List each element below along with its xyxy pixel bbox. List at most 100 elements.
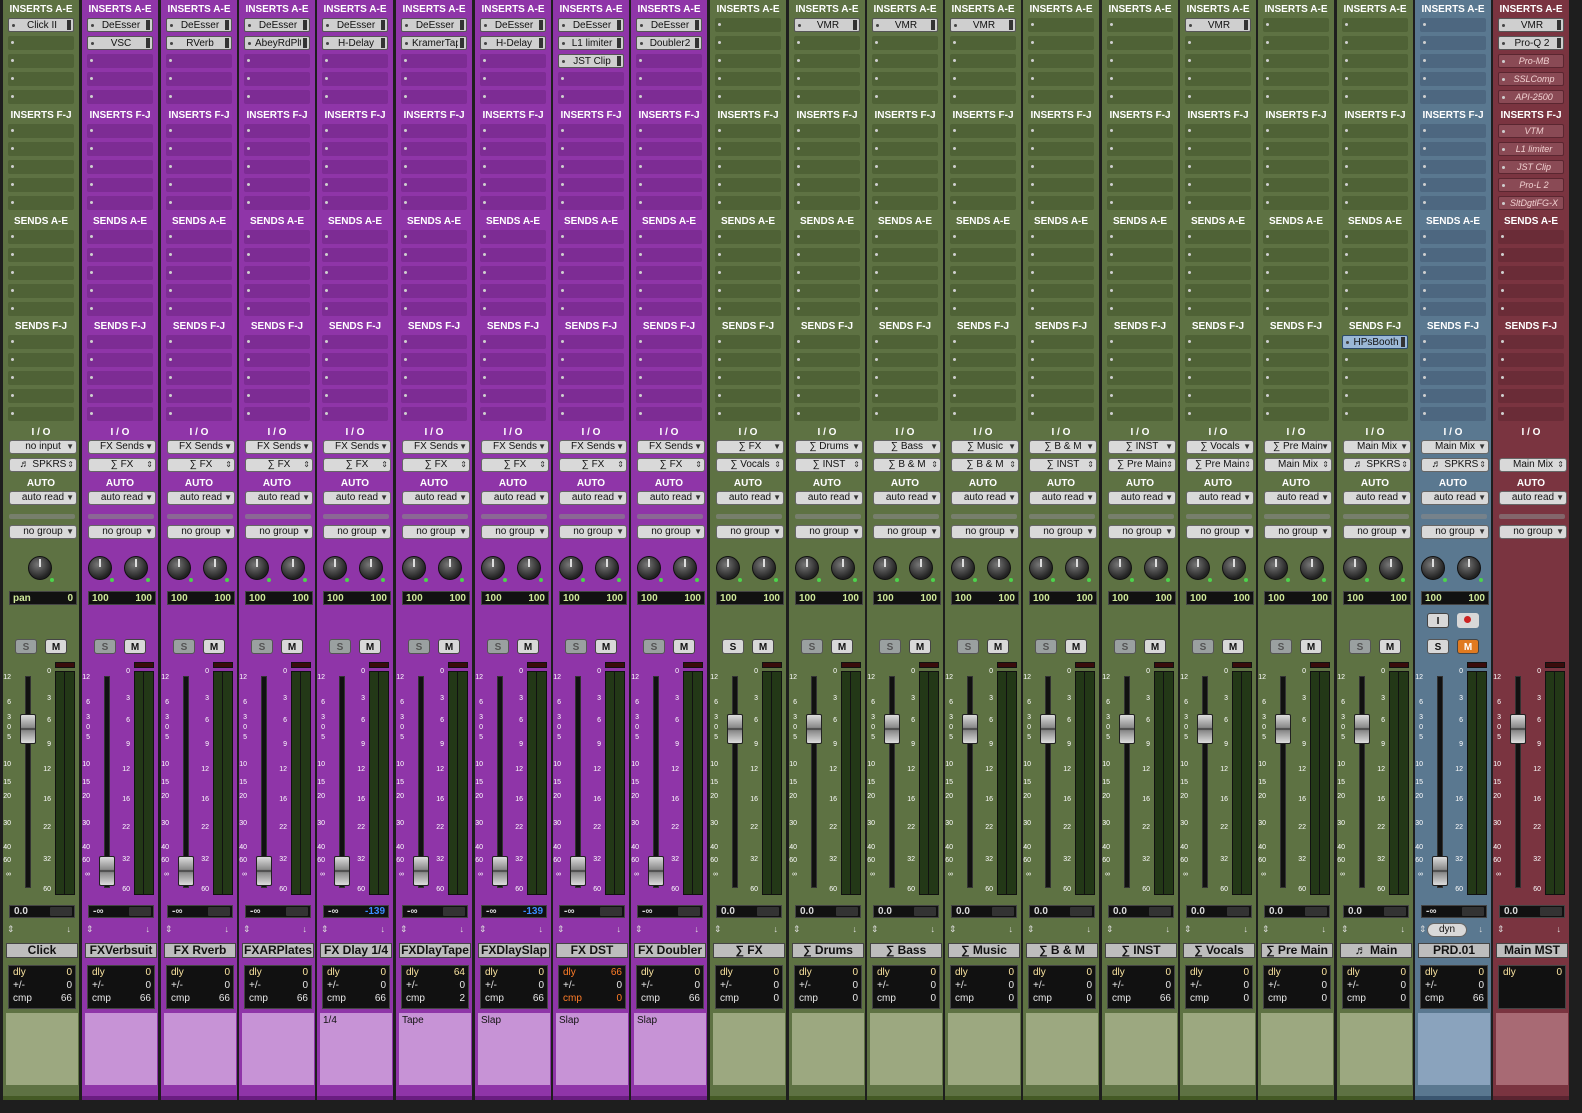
solo-button[interactable]: S bbox=[408, 639, 430, 654]
insert-slot[interactable] bbox=[1107, 196, 1173, 210]
insert-slot[interactable] bbox=[1420, 36, 1486, 50]
volume-fader[interactable] bbox=[334, 856, 350, 886]
plugin-bypass-handle[interactable] bbox=[539, 20, 543, 30]
volume-fader[interactable] bbox=[727, 714, 743, 744]
pan-knob-left[interactable] bbox=[795, 556, 821, 582]
output-selector[interactable]: ∑ Pre Main ⇕ bbox=[1108, 458, 1176, 472]
send-slot[interactable] bbox=[558, 353, 624, 367]
clip-indicator[interactable] bbox=[1232, 662, 1252, 668]
insert-slot[interactable] bbox=[322, 160, 388, 174]
send-slot[interactable] bbox=[794, 389, 860, 403]
clip-indicator[interactable] bbox=[1310, 662, 1330, 668]
send-slot[interactable] bbox=[950, 284, 1016, 298]
send-slot[interactable] bbox=[166, 371, 232, 385]
send-slot[interactable] bbox=[1420, 284, 1486, 298]
insert-slot[interactable] bbox=[1342, 54, 1408, 68]
send-slot[interactable] bbox=[1028, 389, 1094, 403]
send-slot[interactable] bbox=[872, 230, 938, 244]
track-name[interactable]: FX Doubler bbox=[634, 943, 706, 958]
insert-slot[interactable] bbox=[1107, 54, 1173, 68]
send-slot[interactable] bbox=[322, 302, 388, 316]
send-slot[interactable] bbox=[558, 389, 624, 403]
send-slot[interactable] bbox=[322, 230, 388, 244]
down-arrow-icon[interactable]: ↓ bbox=[931, 924, 936, 934]
volume-readout[interactable]: -∞ -139 bbox=[481, 905, 547, 918]
send-slot[interactable] bbox=[794, 248, 860, 262]
track-name[interactable]: FX Rverb bbox=[164, 943, 236, 958]
pan-knob-right[interactable] bbox=[281, 556, 307, 582]
mute-button[interactable]: M bbox=[752, 639, 774, 654]
mute-button[interactable]: M bbox=[1065, 639, 1087, 654]
plugin-bypass-handle[interactable] bbox=[146, 38, 150, 48]
send-slot[interactable] bbox=[1420, 335, 1486, 349]
insert-slot[interactable] bbox=[480, 142, 546, 156]
track-name[interactable]: ♬ Main bbox=[1340, 943, 1412, 958]
insert-slot[interactable] bbox=[1185, 54, 1251, 68]
send-slot[interactable] bbox=[558, 248, 624, 262]
pan-value[interactable]: 100 100 bbox=[716, 591, 784, 605]
send-slot[interactable] bbox=[950, 248, 1016, 262]
clip-indicator[interactable] bbox=[448, 662, 468, 668]
send-slot[interactable] bbox=[1185, 302, 1251, 316]
insert-slot[interactable] bbox=[322, 54, 388, 68]
send-slot[interactable] bbox=[8, 230, 74, 244]
insert-slot[interactable] bbox=[1342, 124, 1408, 138]
insert-slot[interactable] bbox=[636, 72, 702, 86]
track-nav-arrows[interactable]: ⇕ ↓ bbox=[1341, 924, 1409, 935]
send-slot[interactable] bbox=[401, 389, 467, 403]
send-slot[interactable] bbox=[244, 353, 310, 367]
send-slot[interactable] bbox=[1028, 371, 1094, 385]
insert-slot[interactable] bbox=[1185, 72, 1251, 86]
send-slot[interactable] bbox=[1185, 230, 1251, 244]
insert-slot[interactable]: DeEsser bbox=[401, 18, 467, 32]
send-slot[interactable] bbox=[322, 284, 388, 298]
send-slot[interactable] bbox=[401, 407, 467, 421]
pan-knob-left[interactable] bbox=[402, 556, 428, 582]
send-slot[interactable] bbox=[1107, 266, 1173, 280]
solo-button[interactable]: S bbox=[329, 639, 351, 654]
insert-slot[interactable] bbox=[1263, 54, 1329, 68]
volume-fader[interactable] bbox=[178, 856, 194, 886]
insert-slot[interactable] bbox=[558, 142, 624, 156]
send-slot[interactable] bbox=[1185, 335, 1251, 349]
group-selector[interactable]: no group ▼ bbox=[245, 525, 313, 539]
insert-slot[interactable] bbox=[87, 72, 153, 86]
insert-slot[interactable] bbox=[1263, 72, 1329, 86]
volume-fader[interactable] bbox=[413, 856, 429, 886]
pan-knob-right[interactable] bbox=[987, 556, 1013, 582]
insert-slot[interactable] bbox=[244, 178, 310, 192]
insert-slot[interactable] bbox=[401, 196, 467, 210]
insert-slot[interactable] bbox=[715, 36, 781, 50]
volume-readout[interactable]: 0.0 bbox=[716, 905, 782, 918]
automation-mode-selector[interactable]: auto read ▼ bbox=[951, 491, 1019, 505]
insert-slot[interactable] bbox=[1263, 160, 1329, 174]
insert-slot[interactable] bbox=[480, 72, 546, 86]
solo-button[interactable]: S bbox=[722, 639, 744, 654]
volume-readout[interactable]: 0.0 bbox=[1029, 905, 1095, 918]
send-slot[interactable] bbox=[1263, 371, 1329, 385]
send-slot[interactable] bbox=[401, 371, 467, 385]
clip-indicator[interactable] bbox=[683, 662, 703, 668]
comments-box[interactable]: Slap bbox=[478, 1013, 550, 1085]
pan-knob-right[interactable] bbox=[359, 556, 385, 582]
send-slot[interactable] bbox=[636, 266, 702, 280]
automation-mode-selector[interactable]: auto read ▼ bbox=[637, 491, 705, 505]
pan-knob-left[interactable] bbox=[1264, 556, 1290, 582]
insert-slot[interactable] bbox=[1342, 160, 1408, 174]
insert-slot[interactable] bbox=[950, 36, 1016, 50]
insert-slot[interactable] bbox=[87, 196, 153, 210]
insert-slot[interactable] bbox=[87, 142, 153, 156]
insert-slot[interactable]: H-Delay bbox=[322, 36, 388, 50]
insert-slot[interactable] bbox=[950, 142, 1016, 156]
track-name[interactable]: ∑ B & M bbox=[1026, 943, 1098, 958]
send-slot[interactable] bbox=[1342, 284, 1408, 298]
comments-box[interactable]: 1/4 bbox=[320, 1013, 392, 1085]
pan-value[interactable]: 100 100 bbox=[559, 591, 627, 605]
send-slot[interactable] bbox=[715, 230, 781, 244]
insert-slot[interactable]: VMR bbox=[1498, 18, 1564, 32]
send-slot[interactable] bbox=[480, 335, 546, 349]
send-slot[interactable] bbox=[715, 389, 781, 403]
input-selector[interactable]: FX Sends ▼ bbox=[245, 440, 313, 454]
volume-readout[interactable]: 0.0 bbox=[1264, 905, 1330, 918]
input-selector[interactable]: ∑ B & M ▼ bbox=[1029, 440, 1097, 454]
